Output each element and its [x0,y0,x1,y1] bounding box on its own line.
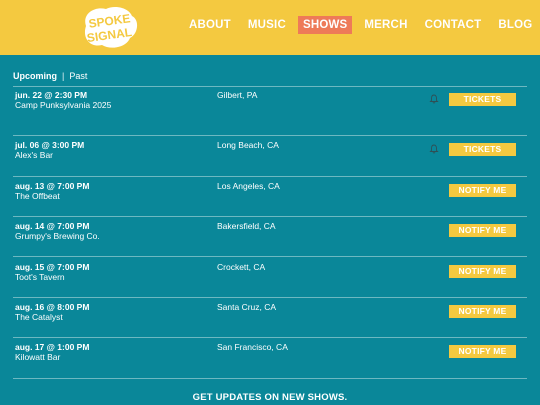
show-date: jul. 06 @ 3:00 PM [15,140,85,150]
main-nav: ABOUT MUSIC SHOWS MERCH CONTACT BLOG [184,14,540,36]
nav-contact[interactable]: CONTACT [420,16,487,34]
show-location: Santa Cruz, CA [217,302,277,312]
divider [13,216,527,217]
show-date: jun. 22 @ 2:30 PM [15,90,88,100]
divider [13,176,527,177]
nav-blog[interactable]: BLOG [493,16,537,34]
show-venue: Alex's Bar [15,150,53,160]
show-venue: Kilowatt Bar [15,352,61,362]
nav-shows[interactable]: SHOWS [297,16,353,34]
show-venue: Toot's Tavern [15,272,65,282]
bell-icon[interactable] [429,144,439,154]
show-venue: Camp Punksylvania 2025 [15,100,112,110]
divider [13,297,527,298]
show-location: Bakersfield, CA [217,221,276,231]
filter-past[interactable]: Past [69,71,87,81]
filter-upcoming[interactable]: Upcoming [13,71,57,81]
show-location: San Francisco, CA [217,342,288,352]
divider [13,337,527,338]
show-venue: The Catalyst [15,312,63,322]
show-venue: Grumpy's Brewing Co. [15,231,100,241]
filter-separator: | [62,71,65,81]
show-location: Gilbert, PA [217,90,258,100]
tickets-button[interactable]: TICKETS [449,143,516,156]
notify-me-button[interactable]: NOTIFY ME [449,305,516,318]
updates-heading: GET UPDATES ON NEW SHOWS. [192,392,348,403]
show-date: aug. 14 @ 7:00 PM [15,221,90,231]
nav-merch[interactable]: MERCH [359,16,412,34]
notify-me-button[interactable]: NOTIFY ME [449,265,516,278]
show-date: aug. 16 @ 8:00 PM [15,302,90,312]
notify-me-button[interactable]: NOTIFY ME [449,224,516,237]
divider [13,256,527,257]
show-location: Long Beach, CA [217,140,279,150]
show-date: aug. 17 @ 1:00 PM [15,342,90,352]
notify-me-button[interactable]: NOTIFY ME [449,345,516,358]
notify-me-button[interactable]: NOTIFY ME [449,184,516,197]
tickets-button[interactable]: TICKETS [449,93,516,106]
divider [13,86,527,87]
site-header: SPOKE SIGNAL ABOUT MUSIC SHOWS MERCH CON… [0,0,540,55]
show-location: Los Angeles, CA [217,181,280,191]
bell-icon[interactable] [429,94,439,104]
nav-music[interactable]: MUSIC [243,16,291,34]
divider [13,135,527,136]
show-date: aug. 13 @ 7:00 PM [15,181,90,191]
show-date: aug. 15 @ 7:00 PM [15,262,90,272]
divider [13,378,527,379]
show-location: Crockett, CA [217,262,266,272]
nav-about[interactable]: ABOUT [184,16,236,34]
spoke-signal-logo[interactable]: SPOKE SIGNAL [80,4,140,50]
show-venue: The Offbeat [15,191,60,201]
shows-filter: Upcoming | Past [13,71,87,81]
